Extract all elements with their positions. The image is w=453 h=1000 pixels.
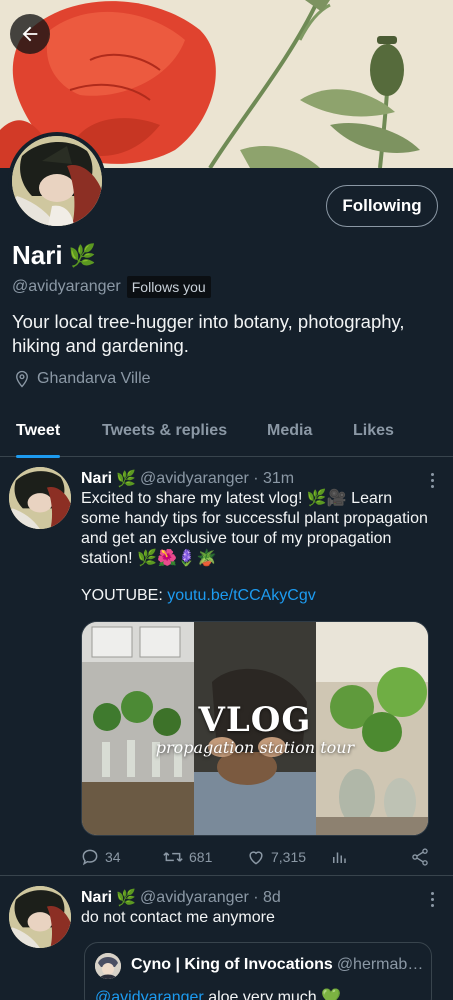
avatar-image xyxy=(9,467,71,529)
share-icon xyxy=(412,848,428,866)
profile-bio: Your local tree-hugger into botany, phot… xyxy=(12,311,405,356)
quoted-header: Cyno | King of Invocations @hermabu... xyxy=(131,956,426,974)
profile-name-text: Nari xyxy=(12,240,63,270)
tweet-avatar[interactable] xyxy=(9,886,71,948)
quoted-body: aloe very much 💚 xyxy=(203,989,342,1000)
reply-count: 34 xyxy=(105,849,121,865)
like-count: 7,315 xyxy=(271,849,307,865)
profile-handle: @avidyaranger xyxy=(12,278,121,295)
tab-tweet[interactable]: Tweet xyxy=(16,405,61,458)
more-options-icon[interactable] xyxy=(423,470,441,490)
tab-media[interactable]: Media xyxy=(267,405,312,457)
analytics-button[interactable] xyxy=(330,848,348,866)
reply-icon xyxy=(82,849,98,866)
tweet-media-image[interactable]: VLOG propagation station tour xyxy=(81,621,429,836)
link-label: YOUTUBE: xyxy=(81,587,168,604)
retweet-icon xyxy=(163,852,183,862)
tweet-handle-time: @avidyaranger · 31m xyxy=(140,470,295,487)
media-subtitle: propagation station tour xyxy=(155,738,355,757)
tweet-handle-time: @avidyaranger · 8d xyxy=(140,889,281,906)
media-title: VLOG xyxy=(198,700,312,740)
youtube-link[interactable]: youtu.be/tCCAkyCgv xyxy=(167,587,316,604)
arrow-left-icon xyxy=(22,26,38,42)
profile-name: Nari 🌿 xyxy=(12,240,96,271)
profile-location: Ghandarva Ville xyxy=(13,370,151,388)
tweet-link-row: YOUTUBE: youtu.be/tCCAkyCgv xyxy=(81,587,316,605)
avatar-image xyxy=(95,953,121,979)
retweet-count: 681 xyxy=(189,849,213,865)
profile-avatar[interactable] xyxy=(8,132,106,230)
back-button[interactable] xyxy=(10,14,50,54)
tweet-text: do not contact me anymore xyxy=(81,909,275,926)
tweet[interactable]: Nari 🌿 @avidyaranger · 31m Excited to sh… xyxy=(0,458,453,876)
avatar-image xyxy=(12,136,102,226)
quoted-text: @avidyaranger aloe very much 💚 xyxy=(95,987,341,1000)
analytics-icon xyxy=(333,852,346,863)
tweet-avatar[interactable] xyxy=(9,467,71,529)
handle-row: @avidyaranger Follows you xyxy=(12,276,211,298)
quoted-tweet[interactable]: Cyno | King of Invocations @hermabu... @… xyxy=(84,942,432,1000)
following-button[interactable]: Following xyxy=(326,185,438,227)
tab-likes[interactable]: Likes xyxy=(353,405,394,457)
tab-tweets-replies[interactable]: Tweets & replies xyxy=(102,405,227,457)
herb-emoji: 🌿 xyxy=(68,242,96,268)
quoted-handle: @hermabu... xyxy=(336,956,426,973)
quoted-avatar[interactable] xyxy=(95,953,121,979)
tweet-header: Nari 🌿 @avidyaranger · 31m xyxy=(81,469,294,489)
heart-icon xyxy=(249,851,263,865)
share-button[interactable] xyxy=(410,847,430,867)
tweet-author-name[interactable]: Nari xyxy=(81,889,112,907)
tweet-header: Nari 🌿 @avidyaranger · 8d xyxy=(81,888,281,908)
tweet-author-name[interactable]: Nari xyxy=(81,470,112,488)
tweet-text: Excited to share my latest vlog! 🌿🎥 Lear… xyxy=(81,490,428,567)
herb-emoji: 🌿 xyxy=(116,471,137,488)
quoted-author-name[interactable]: Cyno | King of Invocations xyxy=(131,956,333,974)
avatar-image xyxy=(9,886,71,948)
mention-link[interactable]: @avidyaranger xyxy=(95,989,204,1000)
tweet-actions: 34 681 7,315 xyxy=(80,846,436,868)
more-options-icon[interactable] xyxy=(423,889,441,909)
herb-emoji: 🌿 xyxy=(116,890,137,907)
reply-button[interactable]: 34 xyxy=(80,847,121,867)
follows-you-badge: Follows you xyxy=(126,276,211,298)
retweet-button[interactable]: 681 xyxy=(162,847,212,867)
tweet[interactable]: Nari 🌿 @avidyaranger · 8d do not contact… xyxy=(0,877,453,1000)
profile-tabs: Tweet Tweets & replies Media Likes xyxy=(0,405,453,458)
location-text: Ghandarva Ville xyxy=(37,370,151,387)
like-button[interactable]: 7,315 xyxy=(246,847,306,867)
location-pin-icon xyxy=(16,370,28,388)
